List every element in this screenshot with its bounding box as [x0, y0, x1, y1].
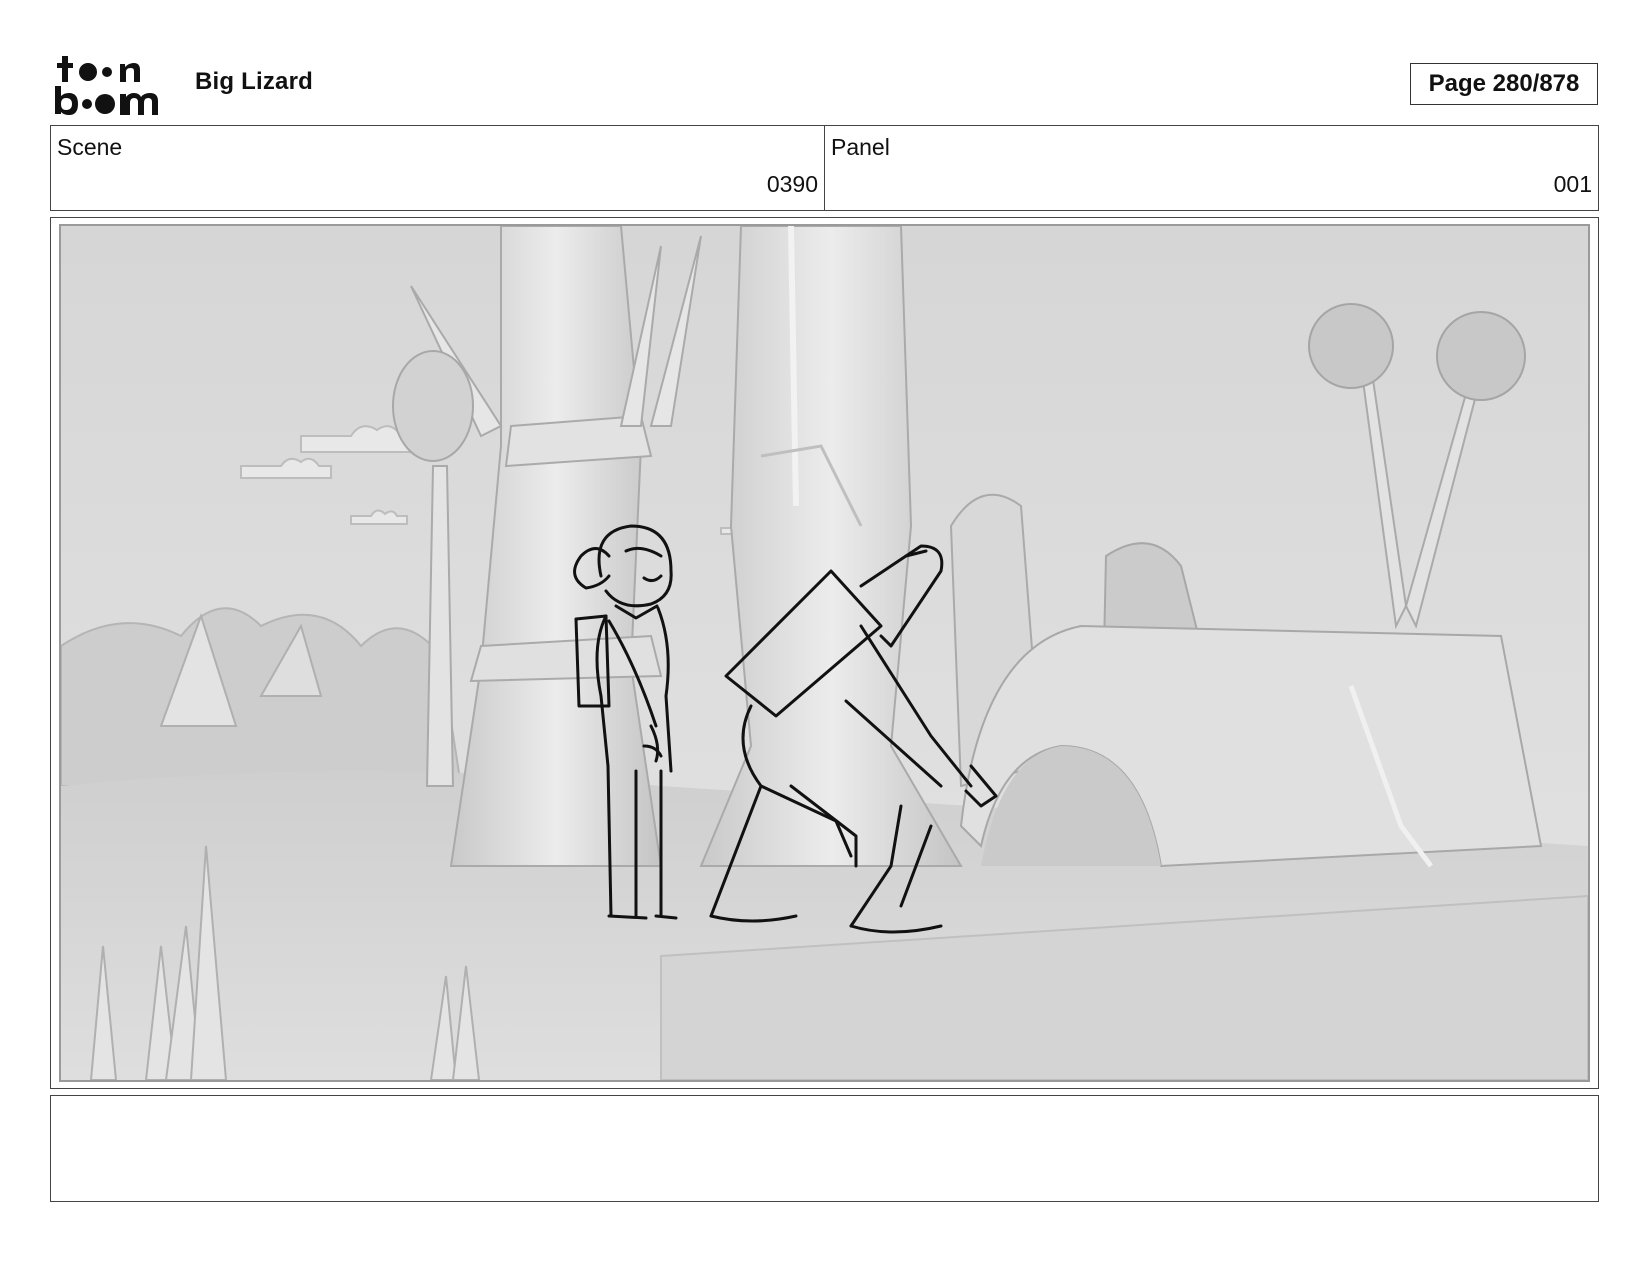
scene-cell: Scene 0390: [51, 126, 824, 210]
toon-boom-logo: [55, 56, 158, 115]
page-indicator: Page 280/878: [1410, 63, 1598, 105]
storyboard-panel-image: [59, 224, 1590, 1082]
storyboard-panel-frame: [50, 217, 1599, 1089]
panel-cell: Panel 001: [824, 126, 1598, 210]
arch-log: [959, 624, 1543, 868]
scene-number: 0390: [766, 171, 818, 197]
project-title: Big Lizard: [195, 68, 314, 95]
scene-panel-info-row: Scene 0390 Panel 001: [50, 125, 1599, 211]
distant-foliage: [61, 607, 463, 787]
panel-label: Panel: [831, 134, 890, 160]
panel-number: 001: [1553, 171, 1592, 197]
panel-caption-box: [50, 1095, 1599, 1202]
scene-label: Scene: [57, 134, 123, 160]
panel-sketch-illustration: [61, 226, 1588, 1080]
